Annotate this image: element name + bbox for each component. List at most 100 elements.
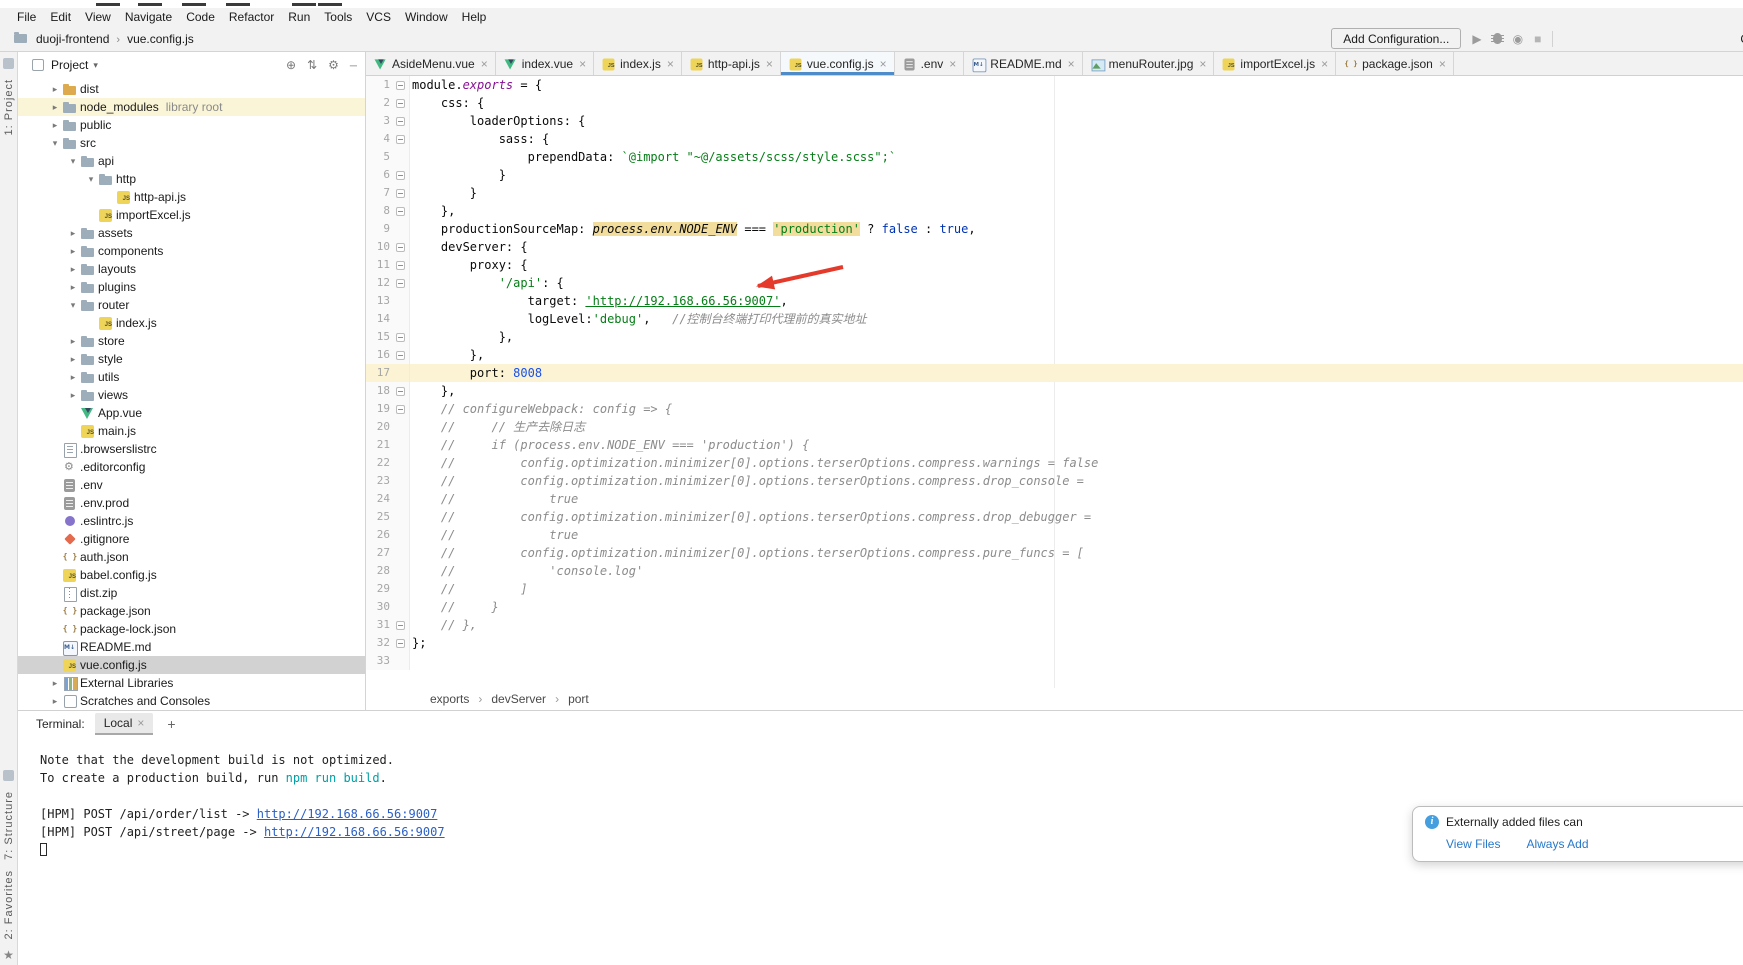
close-icon[interactable]: × xyxy=(880,57,887,71)
locate-file-icon[interactable] xyxy=(286,58,296,72)
view-files-link[interactable]: View Files xyxy=(1446,837,1500,851)
terminal-link[interactable]: http://192.168.66.56:9007 xyxy=(264,825,445,839)
stripe-structure-button[interactable]: 7: Structure xyxy=(3,791,15,860)
fold-marker-icon[interactable] xyxy=(396,135,405,144)
tree-item-plugins[interactable]: ▸plugins xyxy=(18,278,365,296)
breadcrumb-exports[interactable]: exports xyxy=(430,692,469,706)
fold-marker-icon[interactable] xyxy=(396,279,405,288)
fold-marker-icon[interactable] xyxy=(396,189,405,198)
menu-item-code[interactable]: Code xyxy=(179,10,222,24)
fold-marker-icon[interactable] xyxy=(396,639,405,648)
fold-marker-icon[interactable] xyxy=(396,333,405,342)
tree-item-app-vue[interactable]: App.vue xyxy=(18,404,365,422)
tree-item-http[interactable]: ▾http xyxy=(18,170,365,188)
menu-item-tools[interactable]: Tools xyxy=(317,10,359,24)
project-toolwindow-icon[interactable] xyxy=(3,58,14,69)
fold-marker-icon[interactable] xyxy=(396,81,405,90)
breadcrumb-devserver[interactable]: devServer xyxy=(491,692,546,706)
tree-item-browserslistrc[interactable]: .browserslistrc xyxy=(18,440,365,458)
tree-item-router[interactable]: ▾router xyxy=(18,296,365,314)
tree-item-style[interactable]: ▸style xyxy=(18,350,365,368)
fold-marker-icon[interactable] xyxy=(396,99,405,108)
chevron-down-icon[interactable]: ▾ xyxy=(93,60,98,71)
tree-item-readme-md[interactable]: README.md xyxy=(18,638,365,656)
close-icon[interactable]: × xyxy=(481,57,488,71)
menu-item-edit[interactable]: Edit xyxy=(43,10,78,24)
tree-item-public[interactable]: ▸public xyxy=(18,116,365,134)
tree-item-vue-config-js[interactable]: vue.config.js xyxy=(18,656,365,674)
terminal-tab-local[interactable]: Local × xyxy=(95,713,154,735)
tree-item-layouts[interactable]: ▸layouts xyxy=(18,260,365,278)
stop-icon[interactable] xyxy=(1534,31,1541,47)
menu-item-file[interactable]: File xyxy=(10,10,43,24)
always-add-link[interactable]: Always Add xyxy=(1526,837,1588,851)
menu-item-help[interactable]: Help xyxy=(455,10,494,24)
collapse-all-icon[interactable] xyxy=(307,58,317,72)
tree-item-components[interactable]: ▸components xyxy=(18,242,365,260)
tree-item-scratches-and-consoles[interactable]: ▸Scratches and Consoles xyxy=(18,692,365,710)
tree-item-importexcel-js[interactable]: importExcel.js xyxy=(18,206,365,224)
run-icon[interactable] xyxy=(1472,31,1481,47)
tree-item-env[interactable]: .env xyxy=(18,476,365,494)
tab-vue-config-js[interactable]: vue.config.js× xyxy=(781,52,895,75)
tree-item-node-modules[interactable]: ▸node_moduleslibrary root xyxy=(18,98,365,116)
tree-item-babel-config-js[interactable]: babel.config.js xyxy=(18,566,365,584)
breadcrumb-file[interactable]: vue.config.js xyxy=(125,32,196,46)
tree-item-assets[interactable]: ▸assets xyxy=(18,224,365,242)
tree-item-eslintrc-js[interactable]: .eslintrc.js xyxy=(18,512,365,530)
fold-marker-icon[interactable] xyxy=(396,387,405,396)
terminal-link[interactable]: http://192.168.66.56:9007 xyxy=(257,807,438,821)
tree-item-editorconfig[interactable]: .editorconfig xyxy=(18,458,365,476)
stripe-project-button[interactable]: 1: Project xyxy=(3,79,15,135)
fold-marker-icon[interactable] xyxy=(396,207,405,216)
close-icon[interactable]: × xyxy=(949,57,956,71)
tree-item-views[interactable]: ▸views xyxy=(18,386,365,404)
tab-index-vue[interactable]: index.vue× xyxy=(496,52,594,75)
tree-item-gitignore[interactable]: .gitignore xyxy=(18,530,365,548)
tree-item-utils[interactable]: ▸utils xyxy=(18,368,365,386)
close-icon[interactable]: × xyxy=(579,57,586,71)
tree-item-auth-json[interactable]: auth.json xyxy=(18,548,365,566)
menu-item-view[interactable]: View xyxy=(78,10,118,24)
tab-menurouter-jpg[interactable]: menuRouter.jpg× xyxy=(1083,52,1215,75)
tree-item-external-libraries[interactable]: ▸External Libraries xyxy=(18,674,365,692)
tab-readme-md[interactable]: README.md× xyxy=(964,52,1082,75)
menu-item-run[interactable]: Run xyxy=(281,10,317,24)
close-icon[interactable]: × xyxy=(1068,57,1075,71)
tree-item-index-js[interactable]: index.js xyxy=(18,314,365,332)
tab-index-js[interactable]: index.js× xyxy=(594,52,682,75)
fold-marker-icon[interactable] xyxy=(396,171,405,180)
tree-item-api[interactable]: ▾api xyxy=(18,152,365,170)
add-configuration-button[interactable]: Add Configuration... xyxy=(1331,28,1461,49)
tab-http-api-js[interactable]: http-api.js× xyxy=(682,52,781,75)
url-link[interactable]: 'http://192.168.66.56:9007' xyxy=(585,294,780,308)
fold-marker-icon[interactable] xyxy=(396,405,405,414)
tree-item-dist[interactable]: ▸dist xyxy=(18,80,365,98)
menu-item-refactor[interactable]: Refactor xyxy=(222,10,281,24)
tree-item-store[interactable]: ▸store xyxy=(18,332,365,350)
profiler-icon[interactable] xyxy=(1513,31,1523,47)
close-icon[interactable]: × xyxy=(667,57,674,71)
breadcrumb-project[interactable]: duoji-frontend xyxy=(34,32,111,46)
tab-importexcel-js[interactable]: importExcel.js× xyxy=(1214,52,1336,75)
settings-gear-icon[interactable] xyxy=(328,58,339,72)
structure-toolwindow-icon[interactable] xyxy=(3,770,14,781)
tree-item-env-prod[interactable]: .env.prod xyxy=(18,494,365,512)
tree-item-src[interactable]: ▾src xyxy=(18,134,365,152)
hide-panel-icon[interactable] xyxy=(350,58,357,72)
tab-asidemenu-vue[interactable]: AsideMenu.vue× xyxy=(366,52,496,75)
close-icon[interactable]: × xyxy=(137,716,144,730)
tree-item-package-lock-json[interactable]: package-lock.json xyxy=(18,620,365,638)
tree-item-main-js[interactable]: main.js xyxy=(18,422,365,440)
menu-item-navigate[interactable]: Navigate xyxy=(118,10,179,24)
menu-item-vcs[interactable]: VCS xyxy=(359,10,398,24)
fold-marker-icon[interactable] xyxy=(396,243,405,252)
menu-item-window[interactable]: Window xyxy=(398,10,455,24)
stripe-favorites-button[interactable]: 2: Favorites xyxy=(3,870,15,939)
fold-marker-icon[interactable] xyxy=(396,117,405,126)
tree-item-package-json[interactable]: package.json xyxy=(18,602,365,620)
close-icon[interactable]: × xyxy=(1439,57,1446,71)
fold-marker-icon[interactable] xyxy=(396,351,405,360)
tree-item-http-api-js[interactable]: http-api.js xyxy=(18,188,365,206)
close-icon[interactable]: × xyxy=(766,57,773,71)
